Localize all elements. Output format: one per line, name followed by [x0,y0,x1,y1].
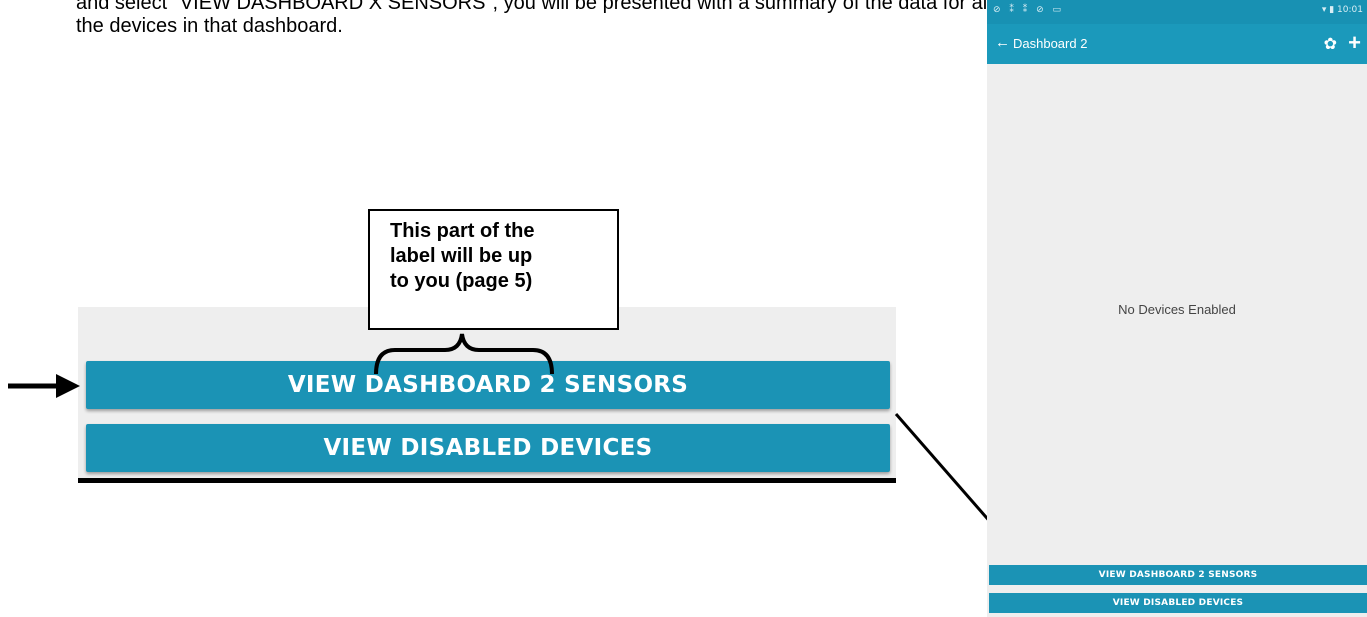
empty-state-message: No Devices Enabled [1118,302,1236,317]
status-icons: ⊘ ⁑ ⁑ ⊘ ▭ [993,5,1065,15]
status-clock: ▾ ▮ 10:01 [1321,5,1363,15]
gear-icon[interactable]: ✿ [1324,34,1337,54]
pointer-arrow-icon [8,374,80,398]
back-arrow-icon[interactable]: ← [995,35,1010,50]
view-disabled-devices-button[interactable]: VIEW DISABLED DEVICES [989,593,1367,613]
add-icon[interactable]: + [1348,30,1361,56]
curly-brace [374,333,554,375]
phone-screenshot: ⊘ ⁑ ⁑ ⊘ ▭ ▾ ▮ 10:01 ← Dashboard 2 ✿ + No… [987,0,1367,617]
status-bar: ⊘ ⁑ ⁑ ⊘ ▭ ▾ ▮ 10:01 [987,0,1367,24]
page-title: Dashboard 2 [1013,36,1088,51]
view-dashboard-sensors-button[interactable]: VIEW DASHBOARD 2 SENSORS [989,565,1367,585]
app-bar: ← Dashboard 2 ✿ + [987,24,1367,64]
